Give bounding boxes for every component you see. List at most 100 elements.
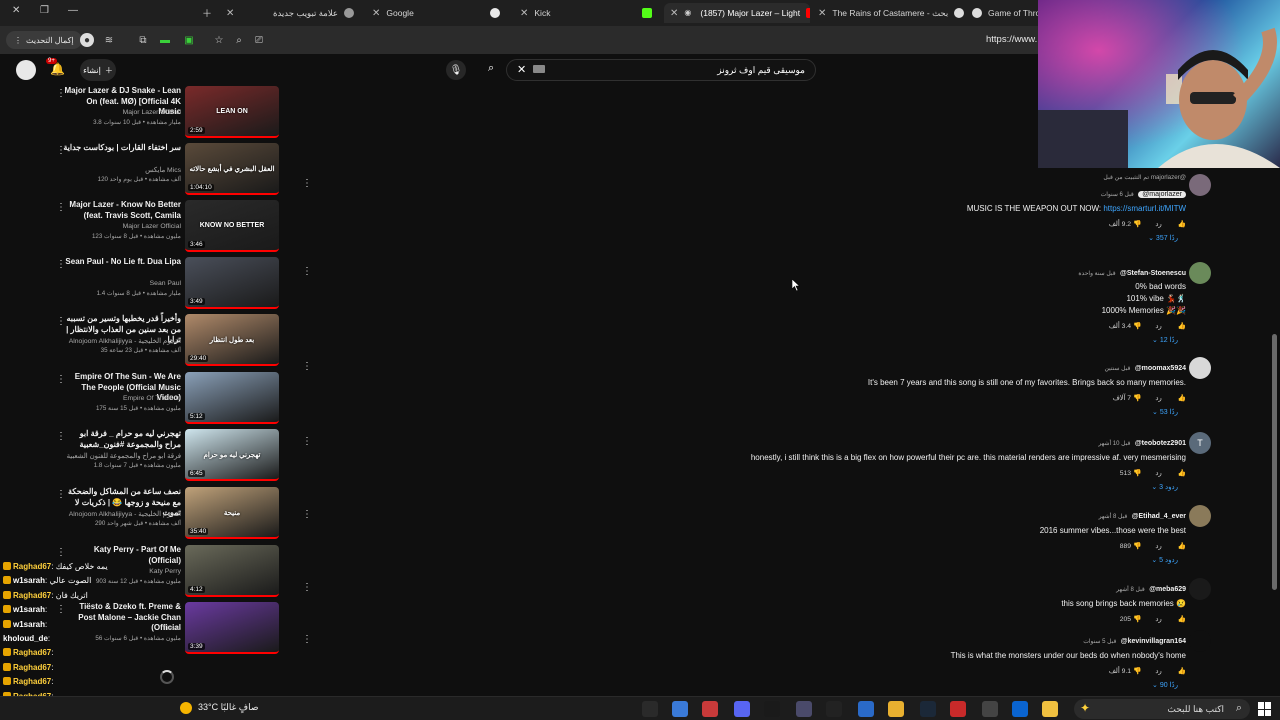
search-icon[interactable]: ⌕ (488, 62, 494, 75)
video-thumbnail[interactable]: 4:12 (185, 545, 279, 597)
view-replies-button[interactable]: ⌄ 53 ردًا (466, 408, 1178, 416)
view-replies-button[interactable]: ⌄ 3 ردود (466, 483, 1178, 491)
related-video-item[interactable]: ⋮ Sean Paul - No Lie ft. Dua Lipa Sean P… (56, 257, 285, 311)
comment-author[interactable]: @meba629 (1149, 586, 1186, 593)
related-video-item[interactable]: ⋮ وأخيراً قدر يخطبها وتسير من تسببه من ب… (56, 314, 285, 368)
taskbar-search-input[interactable]: اكتب هنا للبحث ⌕ ✦ (1074, 699, 1250, 719)
video-thumbnail[interactable]: بعد طول انتظار 29:40 (185, 314, 279, 366)
reply-button[interactable]: رد (1155, 470, 1161, 477)
video-title[interactable]: تهجرني ليه مو حرام _ فرقة ابو مراح والمج… (63, 429, 182, 450)
like-icon[interactable]: 👍 (1178, 470, 1186, 477)
like-icon[interactable]: 👍 (1178, 668, 1186, 675)
reply-button[interactable]: رد (1155, 323, 1161, 330)
close-icon[interactable]: ✕ (670, 8, 678, 19)
close-window-icon[interactable]: ✕ (12, 5, 20, 16)
epic-games-app-icon[interactable] (764, 701, 780, 717)
channel-name[interactable]: Major Lazer Official (123, 223, 181, 230)
tab-game-of-thrones[interactable]: Game of Thrones (966, 3, 1038, 23)
keyboard-icon[interactable] (533, 65, 545, 73)
view-replies-button[interactable]: ⌄ 90 ردًا (466, 681, 1178, 689)
page-scrollbar[interactable] (1272, 334, 1277, 590)
video-title[interactable]: Major Lazer - Know No Better (feat. Trav… (63, 200, 181, 221)
tab-kick[interactable]: ✕ Kick (514, 3, 658, 23)
like-icon[interactable]: 👍 (1178, 543, 1186, 550)
capcut-app-icon[interactable] (826, 701, 842, 717)
comment-more-icon[interactable]: ⋮ (302, 178, 312, 189)
create-button[interactable]: إنشاء ＋ (80, 59, 116, 81)
comment-author[interactable]: @Etihad_4_ever (1132, 513, 1186, 520)
related-video-item[interactable]: ⋮ Major Lazer & DJ Snake - Lean On (feat… (56, 86, 285, 140)
tab-youtube-major-lazer[interactable]: ✕ ◉ (1857) Major Lazer – Light (664, 3, 810, 23)
new-tab-icon[interactable]: ＋ (202, 5, 212, 20)
address-bar[interactable]: https://www. (986, 34, 1037, 45)
like-icon[interactable]: 👍 (1178, 323, 1186, 330)
channel-name[interactable]: Alnojoom Alkhalijiyya - النجوم الخليجية (69, 510, 181, 518)
comment-more-icon[interactable]: ⋮ (302, 509, 312, 520)
commenter-avatar[interactable] (1189, 505, 1211, 527)
reply-button[interactable]: رد (1155, 543, 1161, 550)
outlook-app-icon[interactable] (1012, 701, 1028, 717)
channel-name[interactable]: Major Lazer Official (123, 109, 181, 116)
dislike-icon[interactable]: 👎 (1133, 616, 1141, 623)
related-video-item[interactable]: ⋮ نصف ساعة من المشاكل والضحكة مع منيحة و… (56, 487, 285, 541)
reply-button[interactable]: رد (1155, 668, 1161, 675)
steam-app-icon[interactable] (920, 701, 936, 717)
reading-list-icon[interactable]: ≋ (102, 33, 116, 47)
related-video-item[interactable]: ⋮ سر اختفاء القارات | بودكاست جداية مايك… (56, 143, 285, 197)
comment-more-icon[interactable]: ⋮ (302, 266, 312, 277)
dislike-icon[interactable]: 👎 (1133, 470, 1141, 477)
comment-more-icon[interactable]: ⋮ (302, 634, 312, 645)
view-replies-button[interactable]: ⌄ 12 ردًا (466, 336, 1178, 344)
video-thumbnail[interactable]: منيحة 35:40 (185, 487, 279, 539)
commenter-avatar[interactable]: T (1189, 432, 1211, 454)
related-video-item[interactable]: ⋮ تهجرني ليه مو حرام _ فرقة ابو مراح وال… (56, 429, 285, 483)
tab-rains-of-castamere[interactable]: ✕ The Rains of Castamere - بحث (812, 3, 964, 23)
view-replies-button[interactable]: ⌄ 357 ردًا (466, 234, 1178, 242)
comment-link[interactable]: https://smarturl.it/MITW (1103, 204, 1186, 213)
video-thumbnail[interactable]: 5:12 (185, 372, 279, 424)
video-thumbnail[interactable]: تهجرني ليه مو حرام 6:45 (185, 429, 279, 481)
settings-app-icon[interactable] (982, 701, 998, 717)
comment-author[interactable]: @moomax5924 (1135, 365, 1186, 372)
windows-start-icon[interactable] (1258, 702, 1272, 716)
dislike-icon[interactable]: 👎 (1133, 543, 1141, 550)
weather-widget[interactable]: 33°C صافٍ غالبًا (198, 702, 259, 713)
comment-author[interactable]: @kevinvillagran164 (1121, 638, 1186, 645)
complete-update-button[interactable]: ⋮ إكمال التحديث (6, 31, 82, 49)
video-thumbnail[interactable]: 3:49 (185, 257, 279, 309)
extension-badge-icon[interactable]: ▣ (182, 33, 196, 47)
channel-name[interactable]: Alnojoom Alkhalijiyya - النجوم الخليجية (69, 337, 181, 345)
like-icon[interactable]: 👍 (1178, 395, 1186, 402)
cast-icon[interactable]: ⎚ (252, 33, 266, 47)
comment-more-icon[interactable]: ⋮ (302, 582, 312, 593)
obs-app-icon[interactable] (796, 701, 812, 717)
comment-more-icon[interactable]: ⋮ (302, 361, 312, 372)
channel-name[interactable]: Empire Of The Sun (123, 395, 181, 402)
dislike-icon[interactable]: 👎 (1133, 395, 1141, 402)
close-icon[interactable]: ✕ (372, 8, 380, 19)
zoom-icon[interactable]: ⌕ (232, 33, 246, 47)
dislike-icon[interactable]: 👎 (1133, 668, 1141, 675)
commenter-avatar[interactable] (1189, 578, 1211, 600)
comment-more-icon[interactable]: ⋮ (302, 436, 312, 447)
close-icon[interactable]: ✕ (520, 8, 528, 19)
notifications-bell-icon[interactable]: 🔔 (50, 62, 65, 76)
dislike-icon[interactable]: 👎 (1133, 221, 1141, 228)
tab-google[interactable]: ✕ Google (366, 3, 506, 23)
clear-search-icon[interactable]: ✕ (517, 63, 526, 76)
screen-record-extension-icon[interactable]: ▬ (158, 33, 172, 47)
account-avatar[interactable] (16, 60, 36, 80)
media-app-icon[interactable] (702, 701, 718, 717)
tab-new-tab[interactable]: ✕ علامة تبويب جديدة (220, 3, 360, 23)
video-thumbnail[interactable]: KNOW NO BETTER 3:46 (185, 200, 279, 252)
chrome-app-icon[interactable] (888, 701, 904, 717)
channel-name[interactable]: Katy Perry (149, 568, 181, 575)
terminal-app-icon[interactable] (642, 701, 658, 717)
bookmark-star-icon[interactable]: ☆ (212, 33, 226, 47)
related-video-item[interactable]: ⋮ Empire Of The Sun - We Are The People … (56, 372, 285, 426)
channel-name[interactable]: فرقة ابو مراح والمجموعة للفنون الشعبية (67, 452, 181, 460)
explorer-app-icon[interactable] (1042, 701, 1058, 717)
close-icon[interactable]: ✕ (226, 8, 234, 19)
snip-tool-app-icon[interactable] (672, 701, 688, 717)
comment-author[interactable]: @Stefan-Stoenescu (1120, 270, 1186, 277)
